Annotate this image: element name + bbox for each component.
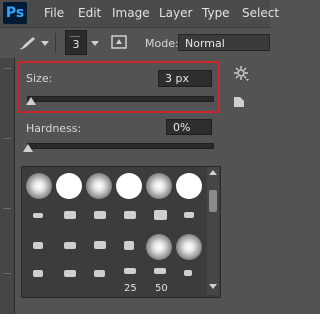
brush-tip-angled[interactable] <box>94 241 106 249</box>
brush-grid-scroll-thumb[interactable] <box>209 190 217 212</box>
brush-panel-toggle-icon[interactable] <box>110 33 128 51</box>
brush-picker-chevron-down-icon[interactable] <box>91 41 99 47</box>
brush-tool-icon[interactable] <box>16 34 38 52</box>
brush-tip-soft-round[interactable] <box>146 173 172 199</box>
brush-tip-hard-round[interactable] <box>56 173 82 199</box>
menu-type[interactable]: Type <box>202 6 230 20</box>
brush-tip-chalk[interactable] <box>64 211 76 219</box>
brush-tip-pencil[interactable] <box>33 213 43 218</box>
size-slider-track[interactable] <box>27 96 214 102</box>
brush-tip-charcoal[interactable] <box>124 211 136 219</box>
new-preset-icon[interactable] <box>233 96 245 108</box>
brush-preview-dot <box>70 31 80 37</box>
brush-tip-flat[interactable] <box>64 270 76 277</box>
brush-tip-fan[interactable] <box>154 210 167 220</box>
brush-tip-flat[interactable] <box>64 242 76 249</box>
brush-tip-bristle-50[interactable] <box>154 268 166 274</box>
brush-tip-flat[interactable] <box>33 270 43 277</box>
settings-gear-icon[interactable] <box>234 66 250 82</box>
brush-tip-bristle[interactable] <box>184 270 192 276</box>
size-slider-thumb[interactable] <box>26 97 36 105</box>
brush-tip-round-point[interactable] <box>184 212 194 218</box>
brush-tip-chalk[interactable] <box>94 211 106 219</box>
hardness-label: Hardness: <box>26 122 82 135</box>
brush-size-label-25: 25 <box>124 283 137 294</box>
brush-tip-hard-round[interactable] <box>176 173 202 199</box>
menu-edit[interactable]: Edit <box>78 6 101 20</box>
brush-size-value: 3 <box>72 38 80 51</box>
brush-tip-bristle-25[interactable] <box>124 268 136 274</box>
photoshop-logo: Ps <box>3 2 27 24</box>
brush-tip-soft-round[interactable] <box>26 173 52 199</box>
brush-tip-soft-airbrush[interactable] <box>176 234 202 260</box>
brush-size-label-50: 50 <box>155 283 168 294</box>
scroll-up-arrow-icon[interactable] <box>209 170 217 176</box>
brush-tip-wet-edge[interactable] <box>124 241 134 250</box>
tool-preset-chevron-down-icon[interactable] <box>41 41 49 47</box>
brush-tip-hard-round[interactable] <box>116 173 142 199</box>
menu-image[interactable]: Image <box>112 6 150 20</box>
scroll-down-arrow-icon[interactable] <box>209 284 217 290</box>
brush-tip-flat[interactable] <box>33 242 43 249</box>
options-divider <box>55 33 56 53</box>
menu-select[interactable]: Select <box>242 6 279 20</box>
blend-mode-select[interactable]: Normal <box>178 34 270 51</box>
brush-tip-bristle[interactable] <box>94 270 105 277</box>
hardness-input[interactable]: 0% <box>166 119 212 135</box>
brush-tip-soft-airbrush[interactable] <box>146 234 172 260</box>
brush-tip-soft-round[interactable] <box>86 173 112 199</box>
hardness-slider-track[interactable] <box>27 143 214 149</box>
menu-file[interactable]: File <box>44 6 64 20</box>
size-highlight-frame <box>17 61 220 113</box>
size-label: Size: <box>26 72 53 85</box>
hardness-slider-thumb[interactable] <box>23 144 33 152</box>
brush-size-picker[interactable]: 3 <box>65 30 87 55</box>
menu-layer[interactable]: Layer <box>159 6 192 20</box>
left-panel-strip <box>0 58 14 314</box>
size-input[interactable]: 3 px <box>158 70 212 87</box>
brush-grid-scrollbar[interactable] <box>207 167 219 295</box>
mode-label: Mode: <box>145 37 179 50</box>
